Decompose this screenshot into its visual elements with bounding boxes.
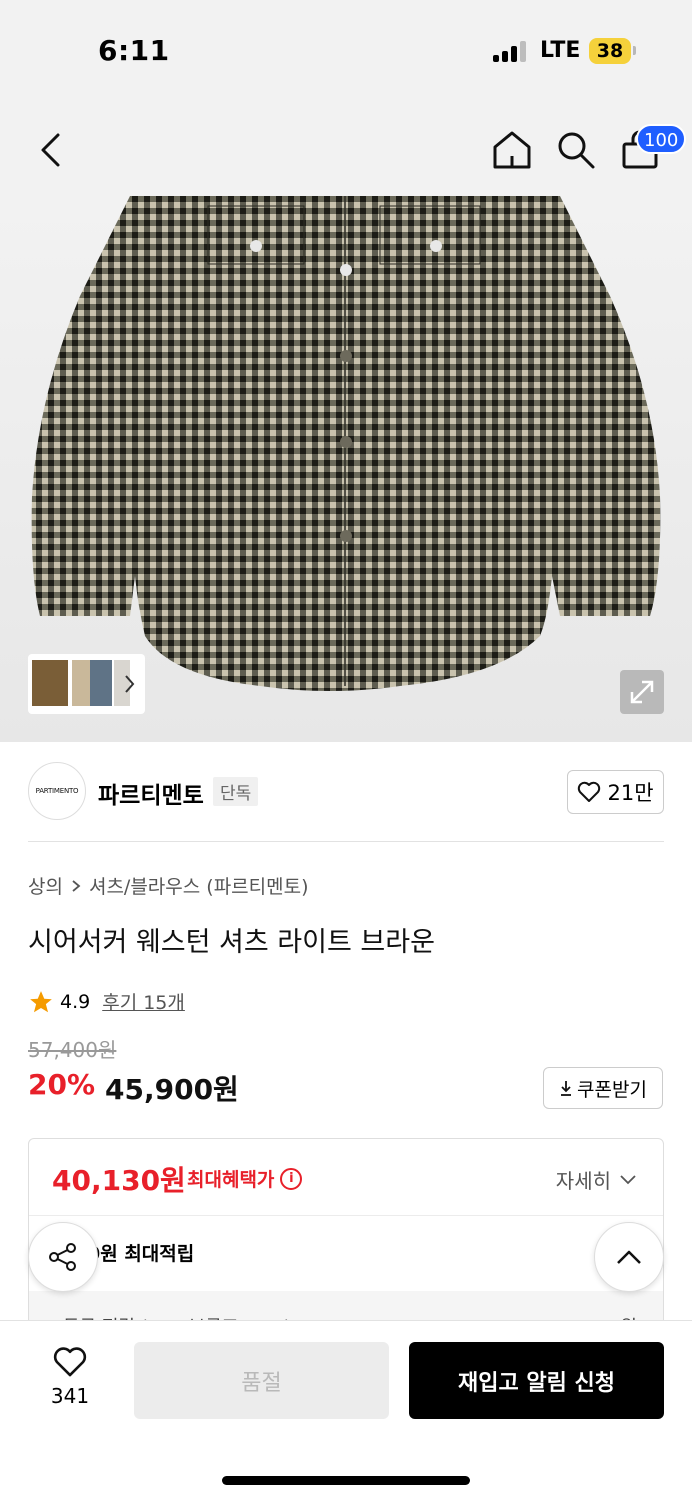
detail-label: 자세히 — [555, 1169, 611, 1193]
chevron-down-icon — [620, 1174, 636, 1184]
status-time: 6:11 — [98, 34, 170, 67]
breadcrumb: 상의 셔츠/블라우스 (파르티멘토) — [28, 872, 309, 899]
back-arrow-icon[interactable] — [38, 132, 62, 168]
breadcrumb-subcategory[interactable]: 셔츠/블라우스 (파르티멘토) — [89, 872, 309, 899]
max-points: 0원 최대적립 — [87, 1243, 195, 1265]
divider — [28, 841, 664, 842]
max-benefit-text: 최대혜택가 — [187, 1169, 275, 1191]
brand-like-button[interactable]: 21만 — [567, 770, 664, 814]
restock-alert-button[interactable]: 재입고 알림 신청 — [409, 1342, 664, 1419]
battery-nub — [633, 46, 636, 55]
signal-icon — [493, 40, 527, 62]
battery-icon: 38 — [589, 38, 631, 64]
share-icon — [49, 1243, 76, 1271]
original-price: 57,400원 — [28, 1038, 117, 1062]
wish-count: 341 — [50, 1384, 90, 1408]
cart-count-badge: 100 — [636, 124, 687, 154]
info-icon[interactable]: i — [280, 1167, 303, 1190]
chevron-up-icon — [617, 1250, 641, 1264]
chevron-right-icon — [72, 879, 81, 892]
share-button[interactable] — [28, 1222, 98, 1292]
sale-price: 45,900원 — [105, 1073, 239, 1106]
star-icon — [30, 990, 52, 1012]
detail-toggle[interactable]: 자세히 — [556, 1165, 637, 1194]
exclusive-badge: 단독 — [213, 777, 259, 806]
rating: 4.9 후기 15개 — [28, 988, 185, 1015]
download-icon — [561, 1081, 572, 1096]
heart-icon — [578, 781, 601, 802]
review-link[interactable]: 후기 15개 — [102, 988, 185, 1015]
home-icon[interactable] — [492, 130, 532, 170]
benefit-divider — [29, 1215, 663, 1216]
thumbnail-strip[interactable] — [28, 654, 145, 714]
network-label: LTE — [540, 38, 581, 63]
wish-button[interactable]: 341 — [40, 1346, 100, 1408]
heart-icon — [53, 1347, 87, 1377]
soldout-button: 품절 — [134, 1342, 389, 1419]
benefit-box: 40,130원 최대혜택가 i 자세히 0원 최대적립 등급 적립 (LV.2 … — [28, 1138, 664, 1338]
breadcrumb-category[interactable]: 상의 — [28, 872, 63, 899]
thumbnail-images — [32, 660, 135, 706]
home-indicator — [222, 1476, 470, 1485]
brand-logo[interactable]: PARTIMENTO — [28, 762, 86, 820]
discount-rate: 20% — [28, 1068, 96, 1101]
status-bar: 6:11 LTE 38 — [0, 0, 692, 100]
max-benefit-label[interactable]: 최대혜택가 i — [187, 1165, 303, 1192]
expand-icon[interactable] — [620, 670, 664, 714]
brand-name[interactable]: 파르티멘토 — [98, 776, 204, 810]
max-benefit-price: 40,130원 — [52, 1164, 186, 1197]
coupon-label: 쿠폰받기 — [577, 1078, 647, 1101]
rating-value: 4.9 — [60, 990, 91, 1013]
product-title: 시어서커 웨스턴 셔츠 라이트 브라운 — [28, 927, 435, 958]
scroll-top-button[interactable] — [594, 1222, 664, 1292]
coupon-button[interactable]: 쿠폰받기 — [543, 1067, 663, 1109]
search-icon[interactable] — [556, 130, 596, 170]
brand-like-count: 21만 — [607, 781, 654, 805]
